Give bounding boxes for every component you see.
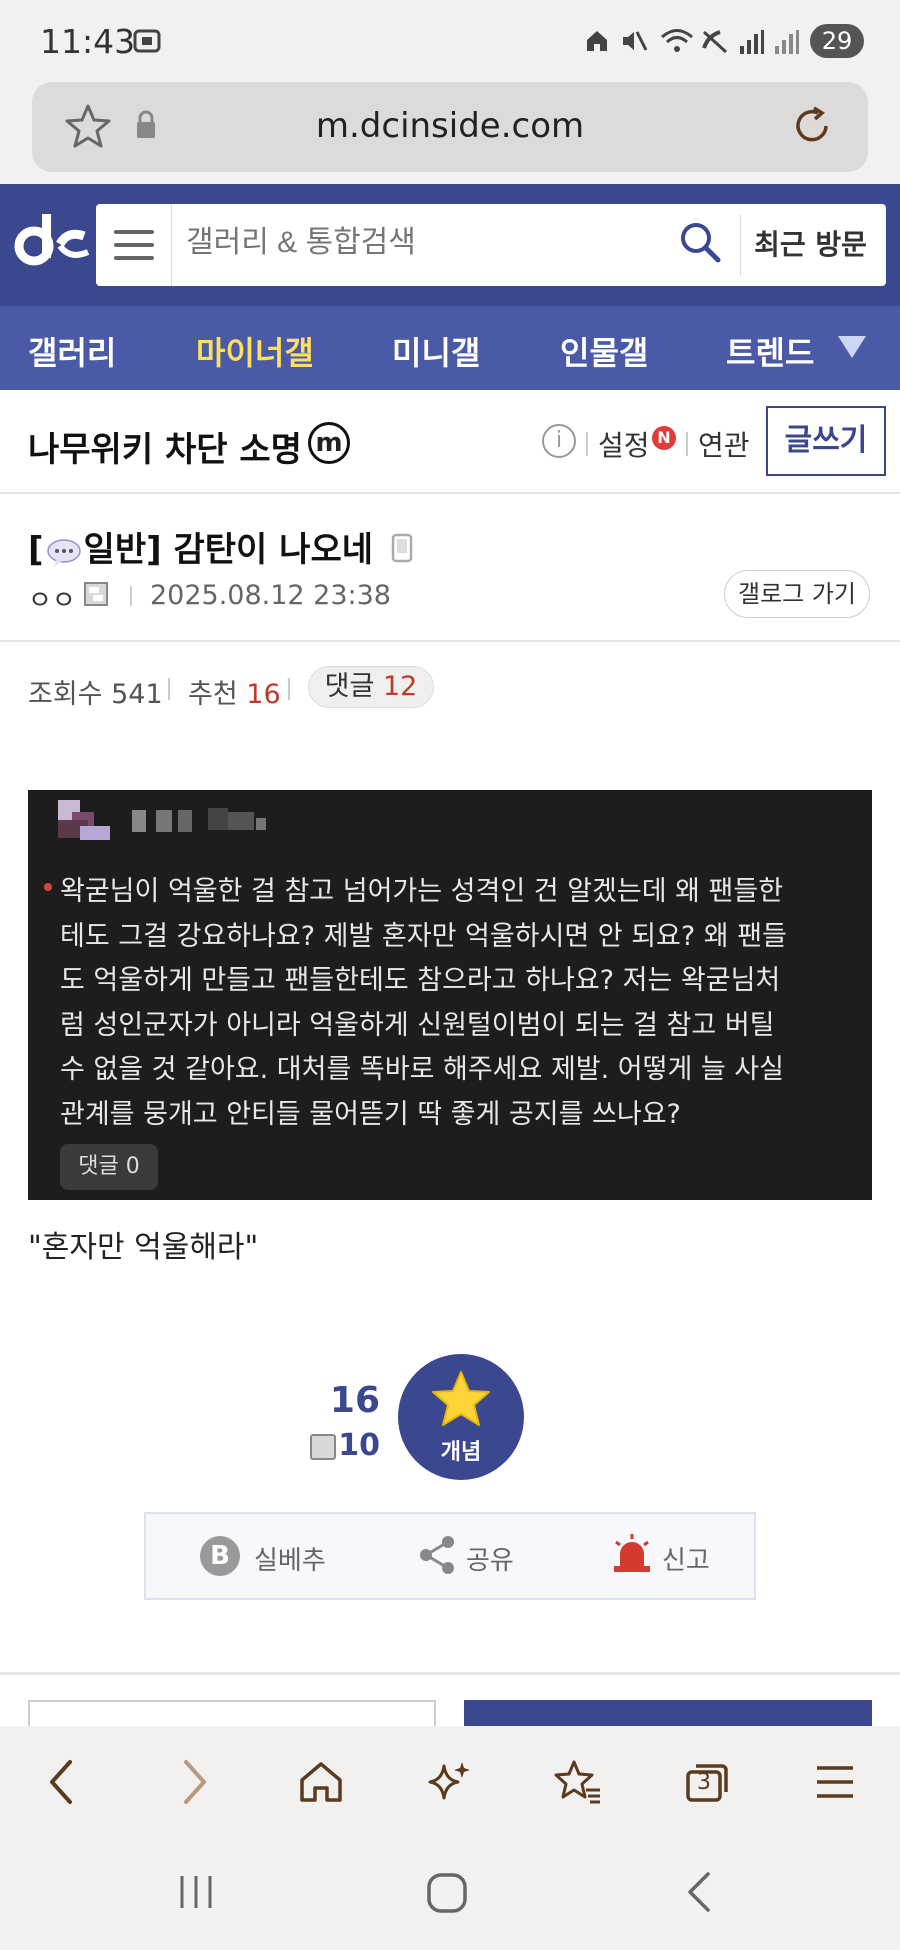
wifi-icon	[660, 28, 694, 58]
home-status-icon	[584, 28, 610, 58]
address-bar[interactable]: m.dcinside.com	[32, 82, 868, 172]
fixed-nick-icon	[84, 582, 108, 610]
post-category: 일반	[83, 530, 147, 570]
signal-roaming-icon	[736, 28, 766, 60]
star-icon	[430, 1370, 492, 1432]
divider	[0, 640, 900, 642]
screenshot-icon	[132, 26, 162, 63]
divider	[0, 1672, 900, 1675]
title-bracket-close: ]	[146, 530, 162, 570]
best-recommend-button[interactable]: 실베추	[254, 1540, 326, 1577]
gallog-button[interactable]: 갤로그 가기	[724, 570, 870, 618]
recent-apps-icon[interactable]	[176, 1872, 216, 1916]
write-button[interactable]: 글쓰기	[766, 406, 886, 476]
settings-link[interactable]: 설정	[598, 424, 650, 464]
battery-indicator: 29	[810, 24, 864, 58]
recent-visit-button[interactable]: 최근 방문	[740, 214, 880, 276]
mute-icon	[620, 28, 648, 58]
info-icon[interactable]: i	[542, 424, 576, 458]
new-badge: N	[652, 426, 676, 450]
embedded-line: 도 억울하게 만들고 팬들한테도 참으라고 하나요? 저는 왁굳님처	[60, 965, 781, 996]
nav-expand-icon[interactable]	[838, 336, 866, 358]
reload-icon[interactable]	[788, 102, 836, 154]
divider	[168, 678, 170, 700]
embedded-line: 럼 성인군자가 아니라 억울하게 신원털이범이 되는 걸 참고 버틸	[60, 1009, 775, 1041]
mobile-icon	[391, 532, 413, 572]
title-bracket-open: [	[28, 530, 44, 570]
share-button[interactable]: 공유	[466, 1540, 514, 1577]
forward-icon[interactable]	[176, 1758, 212, 1810]
post-author[interactable]: ㅇㅇ	[28, 580, 76, 617]
back-icon[interactable]	[44, 1758, 80, 1810]
report-button[interactable]: 신고	[662, 1540, 710, 1577]
recommend-count: 16	[246, 679, 281, 710]
views-count: 541	[111, 679, 163, 710]
back-nav-icon[interactable]	[682, 1870, 718, 1918]
comments-label: 댓글	[324, 671, 375, 702]
embedded-line: 수 없을 것 같아요. 대처를 똑바로 해주세요 제발. 어떻게 늘 사실	[60, 1054, 784, 1085]
siren-icon[interactable]	[610, 1532, 654, 1578]
search-input[interactable]	[186, 226, 666, 260]
nav-minor-gallery[interactable]: 마이너갤	[196, 328, 314, 374]
share-icon[interactable]	[418, 1534, 458, 1580]
sparkle-icon[interactable]	[426, 1758, 474, 1810]
nav-gallery[interactable]: 갤러리	[28, 328, 116, 374]
home-nav-icon[interactable]	[426, 1872, 468, 1918]
embedded-line: 관계를 뭉개고 안티들 물어뜯기 딱 좋게 공지를 쓰나요?	[60, 1098, 681, 1130]
post-title-text: 감탄이 나오네	[173, 530, 374, 570]
url-text[interactable]: m.dcinside.com	[32, 106, 868, 146]
nav-mini-gallery[interactable]: 미니갤	[392, 328, 480, 374]
best-icon[interactable]: B	[200, 1536, 240, 1576]
home-icon[interactable]	[298, 1760, 344, 1808]
post-title: [ 일반] 감탄이 나오네	[28, 522, 413, 572]
bookmarks-icon[interactable]	[554, 1758, 602, 1810]
comment-count-button[interactable]: 댓글 12	[308, 666, 434, 708]
views-stat: 조회수 541	[28, 672, 163, 711]
bullet-dot	[44, 883, 52, 891]
divider	[130, 586, 132, 606]
recommend-stat: 추천 16	[188, 672, 281, 711]
embedded-line: 테도 그걸 강요하나요? 제발 혼자만 억울하시면 안 되요? 왜 팬들	[60, 920, 787, 952]
signal-icon	[772, 28, 800, 60]
related-link[interactable]: 연관	[698, 424, 750, 464]
views-label: 조회수	[28, 679, 103, 710]
embedded-line: 왁굳님이 억울한 걸 참고 넘어가는 성격인 건 알겠는데 왜 팬들한	[60, 876, 784, 907]
recommend-fixed: 10	[338, 1428, 380, 1463]
divider	[586, 432, 588, 456]
embedded-comment-badge: 댓글 0	[60, 1144, 158, 1190]
recommend-total: 16	[329, 1380, 380, 1421]
minor-gallery-badge: m	[308, 422, 350, 464]
divider	[686, 432, 688, 456]
nav-trend[interactable]: 트렌드	[726, 328, 814, 374]
menu-icon[interactable]	[814, 1762, 856, 1806]
post-date: 2025.08.12 23:38	[150, 580, 391, 611]
post-body-text: "혼자만 억울해라"	[28, 1230, 259, 1265]
gallery-title[interactable]: 나무위키 차단 소명	[28, 422, 302, 471]
status-time: 11:43	[40, 22, 136, 61]
speech-bubble-icon	[46, 537, 82, 567]
embedded-text: 왁굳님이 억울한 걸 참고 넘어가는 성격인 건 알겠는데 왜 팬들한 테도 그…	[60, 870, 850, 1137]
divider	[0, 492, 900, 494]
search-icon[interactable]	[678, 220, 722, 264]
nav-person-gallery[interactable]: 인물갤	[560, 328, 648, 374]
comments-count: 12	[382, 671, 418, 702]
dc-logo[interactable]	[12, 208, 92, 274]
divider	[288, 678, 290, 700]
menu-button[interactable]	[96, 204, 172, 286]
recommend-button-label[interactable]: 개념	[398, 1434, 524, 1466]
tab-count[interactable]: 3	[690, 1770, 718, 1795]
call-off-icon	[700, 28, 730, 58]
recommend-label: 추천	[188, 679, 238, 710]
